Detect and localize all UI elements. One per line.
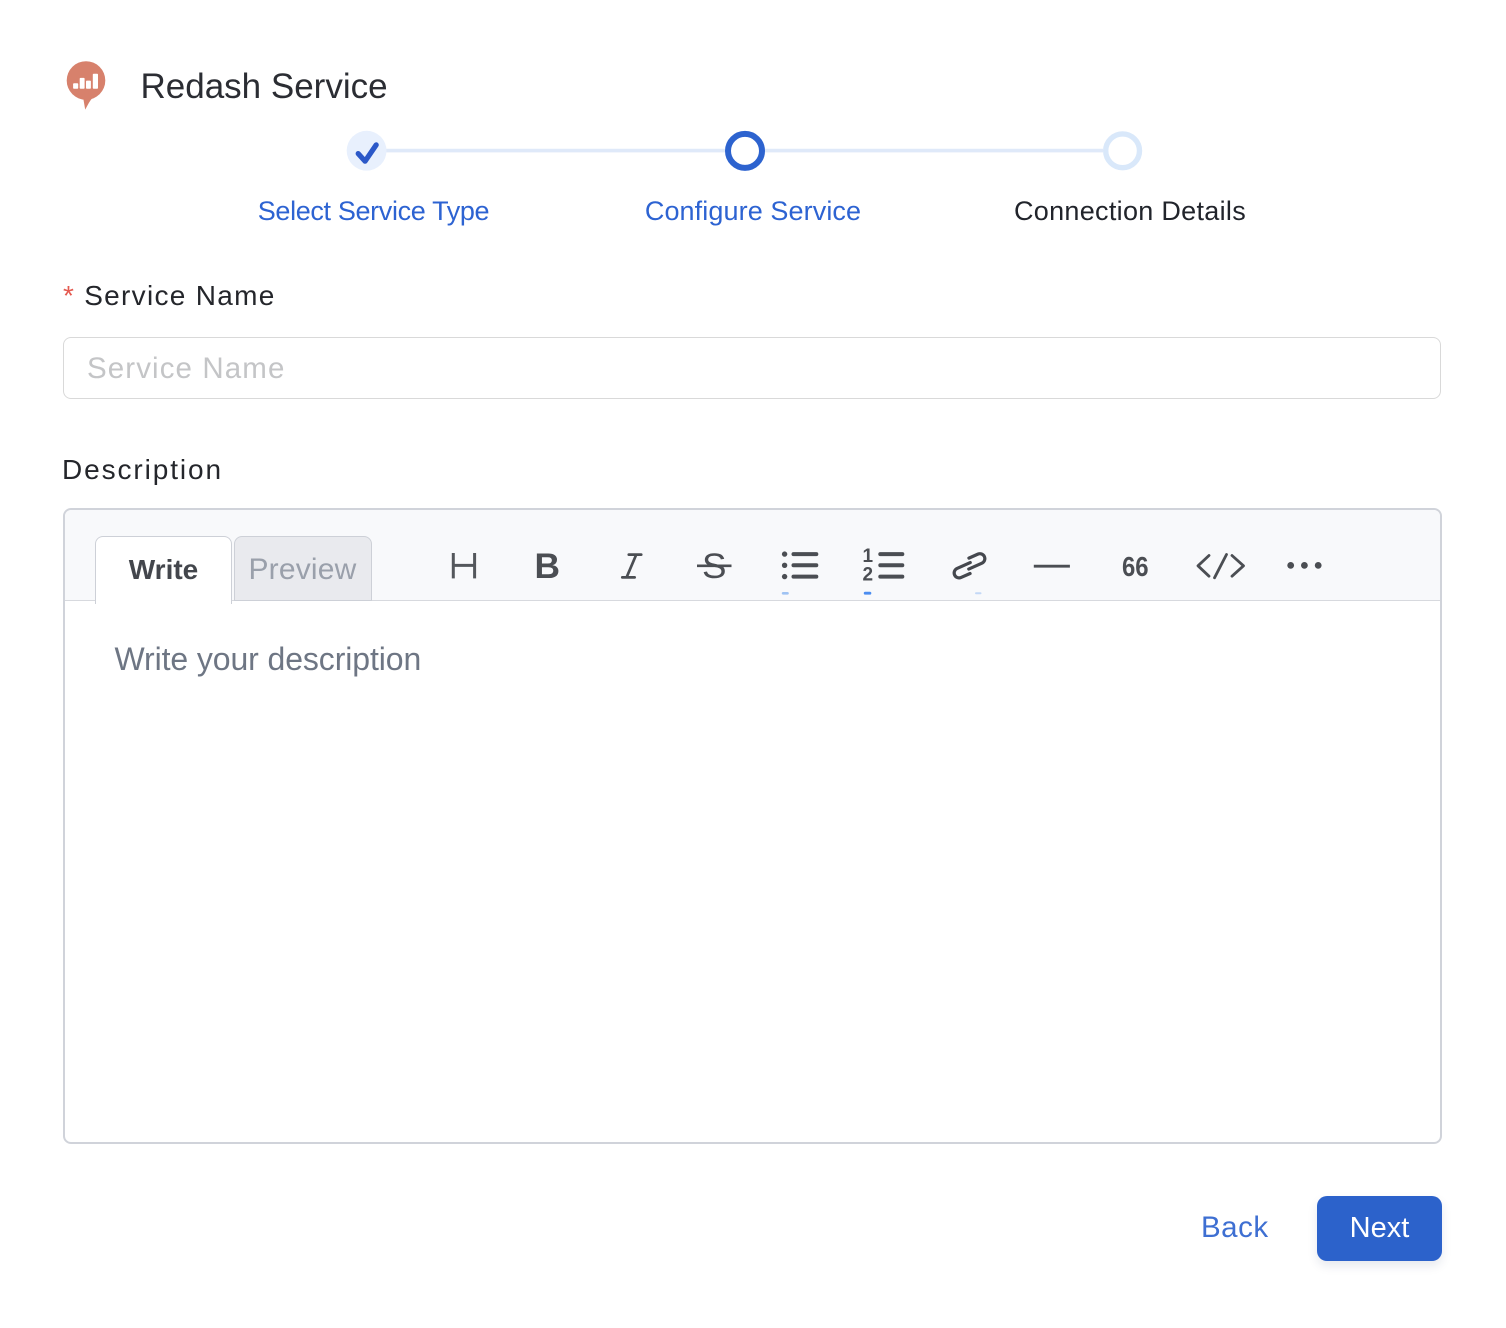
svg-text:2: 2 — [863, 564, 874, 585]
svg-text:66: 66 — [1122, 551, 1149, 582]
svg-text:B: B — [535, 547, 561, 586]
